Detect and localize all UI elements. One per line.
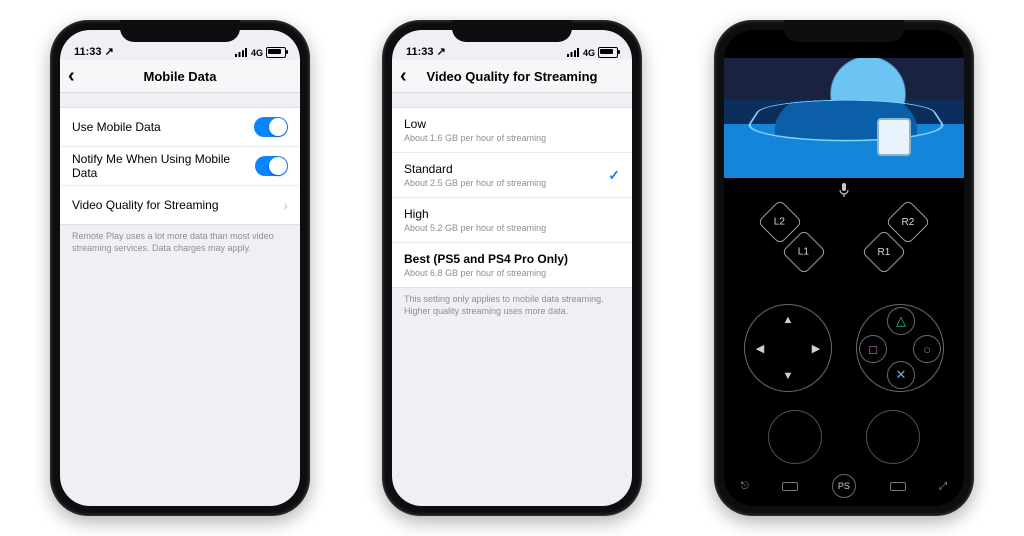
option-title: Best (PS5 and PS4 Pro Only) — [404, 252, 568, 266]
option-subtitle: About 1.6 GB per hour of streaming — [404, 133, 546, 143]
cross-button[interactable]: ✕ — [887, 361, 915, 389]
nav-bar: ‹ Mobile Data — [60, 60, 300, 93]
virtual-controller: L2 L1 R2 R1 ▲ ▼ ◀ ▶ △ ○ ✕ □ — [724, 202, 964, 506]
option-high[interactable]: High About 5.2 GB per hour of streaming — [392, 197, 632, 242]
dpad-right[interactable]: ▶ — [805, 337, 827, 359]
toggle-notify-mobile-data[interactable] — [255, 156, 288, 176]
bottom-button-row: ⎋ PS ⤢ — [724, 474, 964, 498]
fullscreen-icon[interactable]: ⤢ — [939, 481, 947, 492]
option-title: Low — [404, 117, 426, 131]
phone-video-quality: 11:33 ↗ 4G ‹ Video Quality for Streaming… — [382, 20, 642, 516]
row-label: Video Quality for Streaming — [72, 198, 219, 212]
dpad-up[interactable]: ▲ — [777, 309, 799, 331]
dpad-ring: ▲ ▼ ◀ ▶ — [744, 304, 832, 392]
dpad-down[interactable]: ▼ — [777, 365, 799, 387]
phone-remote-play: L2 L1 R2 R1 ▲ ▼ ◀ ▶ △ ○ ✕ □ — [714, 20, 974, 516]
game-stream-view[interactable] — [724, 58, 964, 178]
nav-title: Video Quality for Streaming — [427, 69, 598, 84]
face-button-ring: △ ○ ✕ □ — [856, 304, 944, 392]
create-button[interactable] — [782, 482, 798, 491]
footnote: This setting only applies to mobile data… — [392, 288, 632, 323]
left-stick[interactable] — [768, 410, 822, 464]
option-subtitle: About 6.8 GB per hour of streaming — [404, 268, 546, 278]
battery-icon — [266, 47, 286, 58]
mic-button[interactable] — [724, 178, 964, 202]
right-stick[interactable] — [866, 410, 920, 464]
signal-icon — [567, 48, 580, 57]
notch — [784, 20, 904, 42]
nav-bar: ‹ Video Quality for Streaming — [392, 60, 632, 93]
row-video-quality[interactable]: Video Quality for Streaming › — [60, 185, 300, 224]
row-label: Use Mobile Data — [72, 120, 161, 134]
option-subtitle: About 5.2 GB per hour of streaming — [404, 223, 546, 233]
chevron-right-icon: › — [283, 197, 288, 213]
checkmark-icon: ✓ — [608, 167, 620, 184]
row-notify-mobile-data[interactable]: Notify Me When Using Mobile Data — [60, 146, 300, 185]
network-label: 4G — [583, 48, 595, 58]
triangle-button[interactable]: △ — [887, 307, 915, 335]
row-label: Notify Me When Using Mobile Data — [72, 152, 255, 180]
option-best[interactable]: Best (PS5 and PS4 Pro Only) About 6.8 GB… — [392, 242, 632, 287]
option-low[interactable]: Low About 1.6 GB per hour of streaming — [392, 108, 632, 152]
option-title: High — [404, 207, 429, 221]
row-use-mobile-data[interactable]: Use Mobile Data — [60, 108, 300, 146]
network-label: 4G — [251, 48, 263, 58]
options-button[interactable] — [890, 482, 906, 491]
battery-icon — [598, 47, 618, 58]
notch — [120, 20, 240, 42]
footnote: Remote Play uses a lot more data than mo… — [60, 225, 300, 260]
option-subtitle: About 2.5 GB per hour of streaming — [404, 178, 546, 188]
share-icon[interactable]: ⎋ — [741, 481, 749, 492]
notch — [452, 20, 572, 42]
signal-icon — [235, 48, 248, 57]
circle-button[interactable]: ○ — [913, 335, 941, 363]
square-button[interactable]: □ — [859, 335, 887, 363]
ps-button[interactable]: PS — [832, 474, 856, 498]
phone-mobile-data: 11:33 ↗ 4G ‹ Mobile Data Use Mobile Data… — [50, 20, 310, 516]
back-button[interactable]: ‹ — [68, 66, 75, 86]
option-title: Standard — [404, 162, 453, 176]
nav-title: Mobile Data — [144, 69, 217, 84]
dpad-left[interactable]: ◀ — [749, 337, 771, 359]
back-button[interactable]: ‹ — [400, 66, 407, 86]
toggle-use-mobile-data[interactable] — [254, 117, 288, 137]
option-standard[interactable]: Standard About 2.5 GB per hour of stream… — [392, 152, 632, 197]
